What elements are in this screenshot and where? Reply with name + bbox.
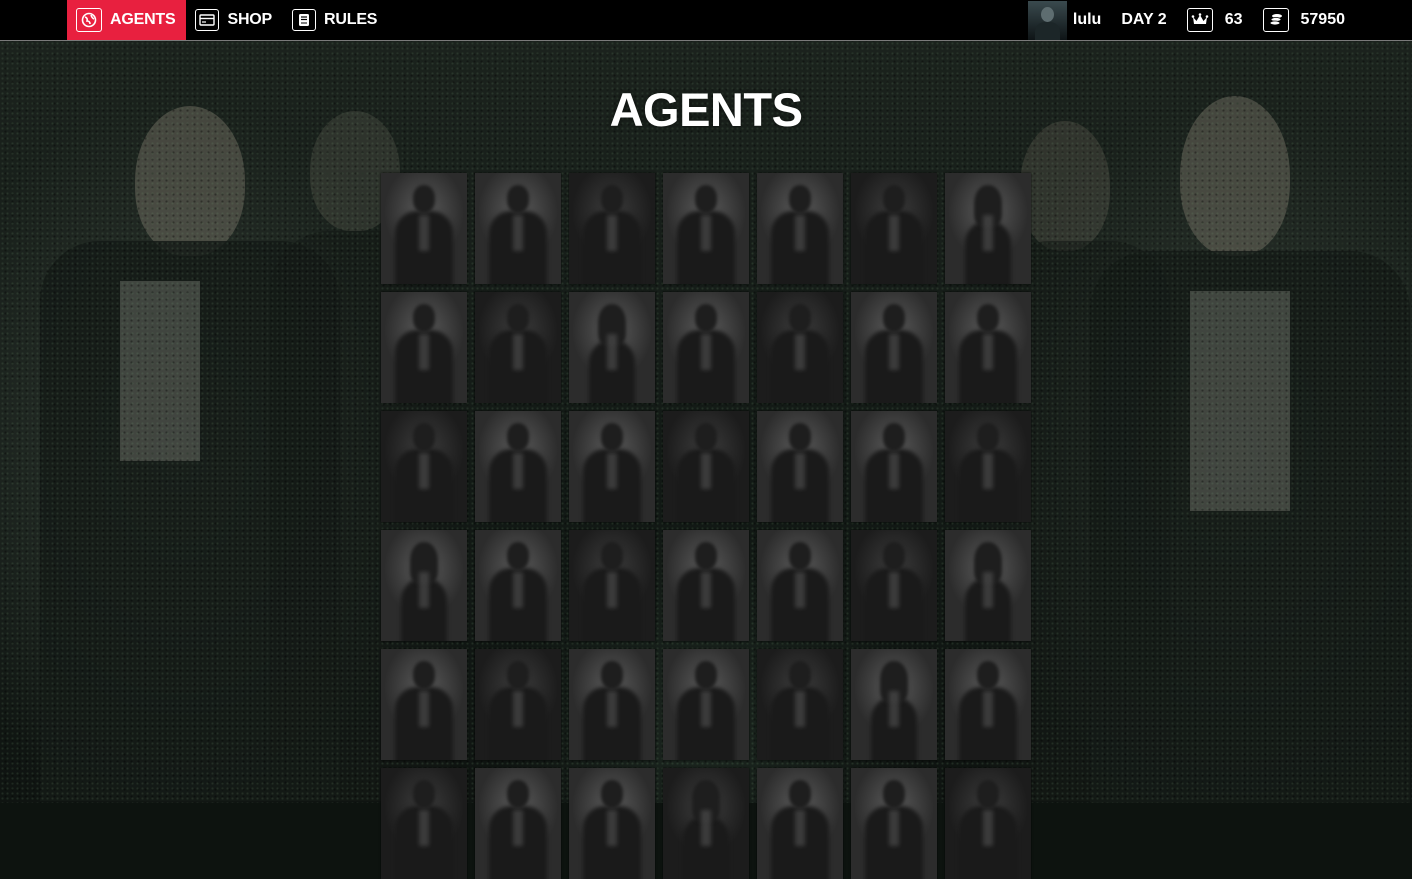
- book-icon: [292, 9, 317, 31]
- nav-rules[interactable]: RULES: [283, 0, 388, 40]
- agent-card[interactable]: [945, 530, 1031, 641]
- agent-card[interactable]: [569, 649, 655, 760]
- agent-card[interactable]: [381, 411, 467, 522]
- card-icon: [195, 9, 220, 31]
- agent-card[interactable]: [663, 411, 749, 522]
- nav-shop[interactable]: SHOP: [186, 0, 283, 40]
- agent-card[interactable]: [663, 768, 749, 879]
- agent-card[interactable]: [381, 173, 467, 284]
- agent-card[interactable]: [757, 292, 843, 403]
- agent-card[interactable]: [663, 173, 749, 284]
- agent-card[interactable]: [663, 530, 749, 641]
- agent-card[interactable]: [757, 649, 843, 760]
- agents-grid: [381, 173, 1041, 879]
- agent-card[interactable]: [663, 292, 749, 403]
- coins-value: 57950: [1300, 11, 1346, 28]
- agent-card[interactable]: [757, 530, 843, 641]
- agent-card[interactable]: [945, 173, 1031, 284]
- agent-card[interactable]: [851, 173, 937, 284]
- agent-card[interactable]: [475, 768, 561, 879]
- nav-agents-label: AGENTS: [110, 11, 176, 28]
- nav-shop-label: SHOP: [227, 11, 273, 28]
- nav-rules-label: RULES: [324, 11, 378, 28]
- agent-card[interactable]: [569, 411, 655, 522]
- agent-card[interactable]: [945, 292, 1031, 403]
- agent-card[interactable]: [475, 649, 561, 760]
- agent-card[interactable]: [851, 530, 937, 641]
- agent-card[interactable]: [757, 411, 843, 522]
- player-status: lulu DAY 2 63 57950: [1027, 0, 1346, 40]
- agent-card[interactable]: [381, 768, 467, 879]
- agent-card[interactable]: [851, 292, 937, 403]
- agent-card[interactable]: [945, 411, 1031, 522]
- username: lulu: [1072, 11, 1102, 28]
- agent-card[interactable]: [475, 173, 561, 284]
- day-counter: DAY 2: [1121, 11, 1167, 28]
- agent-card[interactable]: [945, 649, 1031, 760]
- agent-card[interactable]: [569, 530, 655, 641]
- agent-card[interactable]: [569, 173, 655, 284]
- globe-icon: [76, 8, 102, 32]
- agent-card[interactable]: [475, 292, 561, 403]
- agent-card[interactable]: [851, 411, 937, 522]
- crown-value: 63: [1224, 11, 1243, 28]
- agent-card[interactable]: [475, 530, 561, 641]
- agent-card[interactable]: [475, 411, 561, 522]
- agent-card[interactable]: [851, 649, 937, 760]
- agent-card[interactable]: [569, 768, 655, 879]
- agent-card[interactable]: [663, 649, 749, 760]
- agent-card[interactable]: [757, 173, 843, 284]
- main-nav: AGENTS SHOP RULES: [67, 0, 388, 40]
- agent-card[interactable]: [851, 768, 937, 879]
- crown-icon: [1186, 8, 1213, 32]
- agent-card[interactable]: [757, 768, 843, 879]
- page-title: AGENTS: [609, 83, 803, 136]
- coins-icon: [1262, 8, 1289, 32]
- agent-card[interactable]: [945, 768, 1031, 879]
- top-bar: AGENTS SHOP RULES lulu DAY 2 63 57950: [0, 0, 1412, 41]
- nav-agents[interactable]: AGENTS: [67, 0, 187, 40]
- agent-card[interactable]: [381, 292, 467, 403]
- agent-card[interactable]: [381, 649, 467, 760]
- agent-card[interactable]: [381, 530, 467, 641]
- agent-card[interactable]: [569, 292, 655, 403]
- avatar[interactable]: [1027, 0, 1067, 40]
